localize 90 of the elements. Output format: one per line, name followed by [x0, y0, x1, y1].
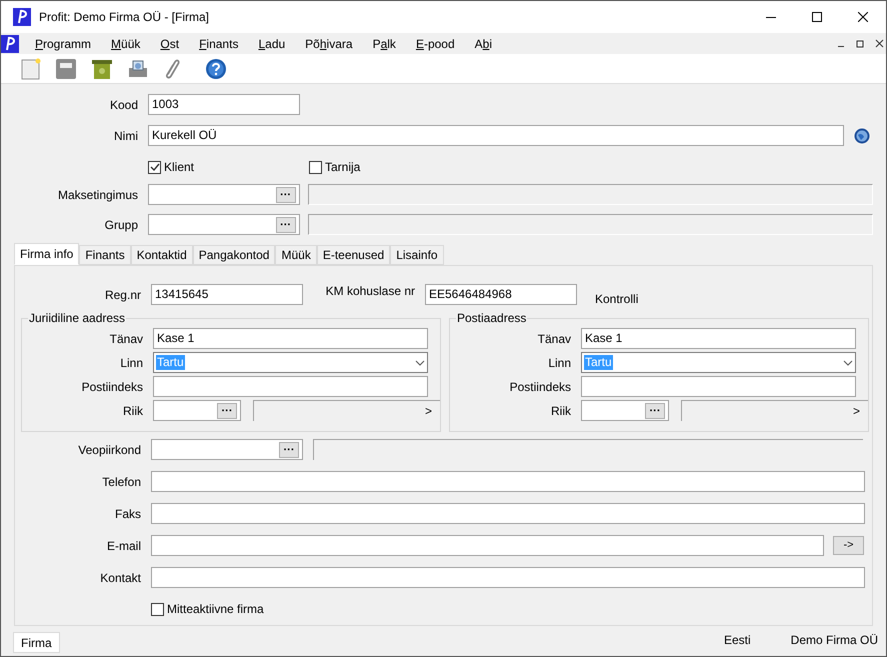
recycle-bin-icon[interactable] — [91, 58, 113, 80]
field-label: E-mail — [106, 539, 141, 553]
field-label: Linn — [548, 356, 571, 370]
menu-item[interactable]: Ost — [150, 34, 190, 52]
text-field[interactable] — [151, 503, 865, 524]
chevron-down-icon — [843, 360, 853, 366]
field-label: Nimi — [114, 129, 138, 143]
field-label: Maksetingimus — [58, 188, 138, 202]
menu-item[interactable]: Põhivara — [295, 34, 363, 52]
field-label: Veopiirkond — [78, 443, 141, 457]
vat-number-field[interactable]: EE5646484968 — [425, 284, 577, 305]
tab[interactable]: Finants — [79, 245, 131, 265]
email-field[interactable] — [151, 535, 824, 556]
browse-button[interactable]: ··· — [279, 442, 299, 458]
field-label: Kontakt — [100, 571, 141, 585]
code-field[interactable]: 1003 — [148, 94, 300, 115]
field-label: Riik — [123, 404, 143, 418]
close-icon — [858, 12, 868, 22]
checkbox[interactable] — [148, 160, 161, 174]
checkbox-label: Tarnija — [325, 159, 360, 176]
city-value: Tartu — [584, 355, 613, 370]
field-label: Linn — [120, 356, 143, 370]
new-document-icon[interactable] — [21, 58, 41, 80]
city-value: Tartu — [156, 355, 185, 370]
tab[interactable]: Müük — [275, 245, 317, 265]
text-field[interactable] — [151, 471, 865, 492]
checkbox-label: Mitteaktiivne firma — [167, 601, 264, 618]
company-status: Demo Firma OÜ — [790, 632, 878, 649]
country-field[interactable]: ··· — [153, 400, 241, 421]
maximize-icon — [812, 12, 822, 22]
field-label: Tänav — [110, 332, 143, 346]
menu-item[interactable]: E-pood — [406, 34, 465, 52]
checkbox-label: Klient — [164, 159, 194, 176]
street-field[interactable]: Kase 1 — [581, 328, 856, 349]
tab[interactable]: Kontaktid — [130, 245, 193, 265]
tab[interactable]: Pangakontod — [192, 245, 276, 265]
menu-item[interactable]: Palk — [362, 34, 406, 52]
paperclip-icon[interactable] — [163, 58, 181, 80]
reg-number-field[interactable]: 13415645 — [151, 284, 303, 305]
mdi-controls-icon — [836, 38, 886, 50]
minimize-icon — [766, 16, 776, 18]
lookup-field[interactable]: ··· — [148, 214, 300, 235]
chevron-down-icon — [415, 360, 425, 366]
checkbox[interactable] — [151, 602, 164, 616]
menu-item[interactable]: Abi — [464, 34, 502, 52]
menu-item[interactable]: Finants — [189, 34, 248, 52]
form-icon[interactable] — [55, 58, 77, 80]
group-title: Postiaadress — [456, 311, 528, 325]
send-email-button[interactable]: -> — [833, 536, 864, 555]
tab[interactable]: Lisainfo — [390, 245, 444, 265]
window-tab[interactable]: Firma — [13, 632, 60, 653]
field-label: Postiindeks — [510, 380, 571, 394]
arrow-text: > — [424, 403, 432, 420]
checkmark-icon — [150, 162, 160, 172]
region-field[interactable]: ··· — [151, 439, 303, 460]
lookup-field[interactable]: ··· — [148, 184, 300, 205]
checkbox[interactable] — [309, 160, 322, 174]
arrow-text: > — [852, 403, 860, 420]
tab[interactable]: E-teenused — [316, 245, 390, 265]
field-label: Kood — [110, 98, 138, 112]
field-label: Telefon — [102, 475, 141, 489]
help-icon[interactable] — [205, 58, 227, 80]
postal-code-field[interactable] — [153, 376, 428, 397]
name-field[interactable]: Kurekell OÜ — [148, 125, 844, 146]
street-field[interactable]: Kase 1 — [153, 328, 428, 349]
verify-link[interactable]: Kontrolli — [595, 290, 638, 308]
country-field[interactable]: ··· — [581, 400, 669, 421]
field-label: Tänav — [538, 332, 571, 346]
menu-item[interactable]: Ladu — [248, 34, 296, 52]
language-status: Eesti — [724, 632, 751, 649]
field-label: KM kohuslase nr — [326, 283, 415, 300]
group-title: Juriidiline aadress — [28, 311, 126, 325]
field-label: Faks — [114, 507, 141, 521]
globe-icon[interactable] — [854, 128, 870, 144]
app-logo-icon — [13, 8, 31, 26]
printer-icon[interactable] — [127, 58, 149, 80]
browse-button[interactable]: ··· — [276, 186, 296, 202]
field-label: Grupp — [104, 218, 138, 232]
browse-button[interactable]: ··· — [217, 402, 237, 418]
postal-code-field[interactable] — [581, 376, 856, 397]
field-label: Postiindeks — [82, 380, 143, 394]
window-title: Profit: Demo Firma OÜ - [Firma] — [39, 9, 210, 26]
tab[interactable]: Firma info — [14, 243, 80, 265]
field-label: Reg.nr — [104, 288, 141, 302]
text-field[interactable] — [151, 567, 865, 588]
browse-button[interactable]: ··· — [276, 216, 296, 232]
menu-item[interactable]: Müük — [101, 34, 150, 52]
field-label: Riik — [551, 404, 571, 418]
browse-button[interactable]: ··· — [645, 402, 665, 418]
menu-item[interactable]: Programm — [25, 34, 102, 52]
